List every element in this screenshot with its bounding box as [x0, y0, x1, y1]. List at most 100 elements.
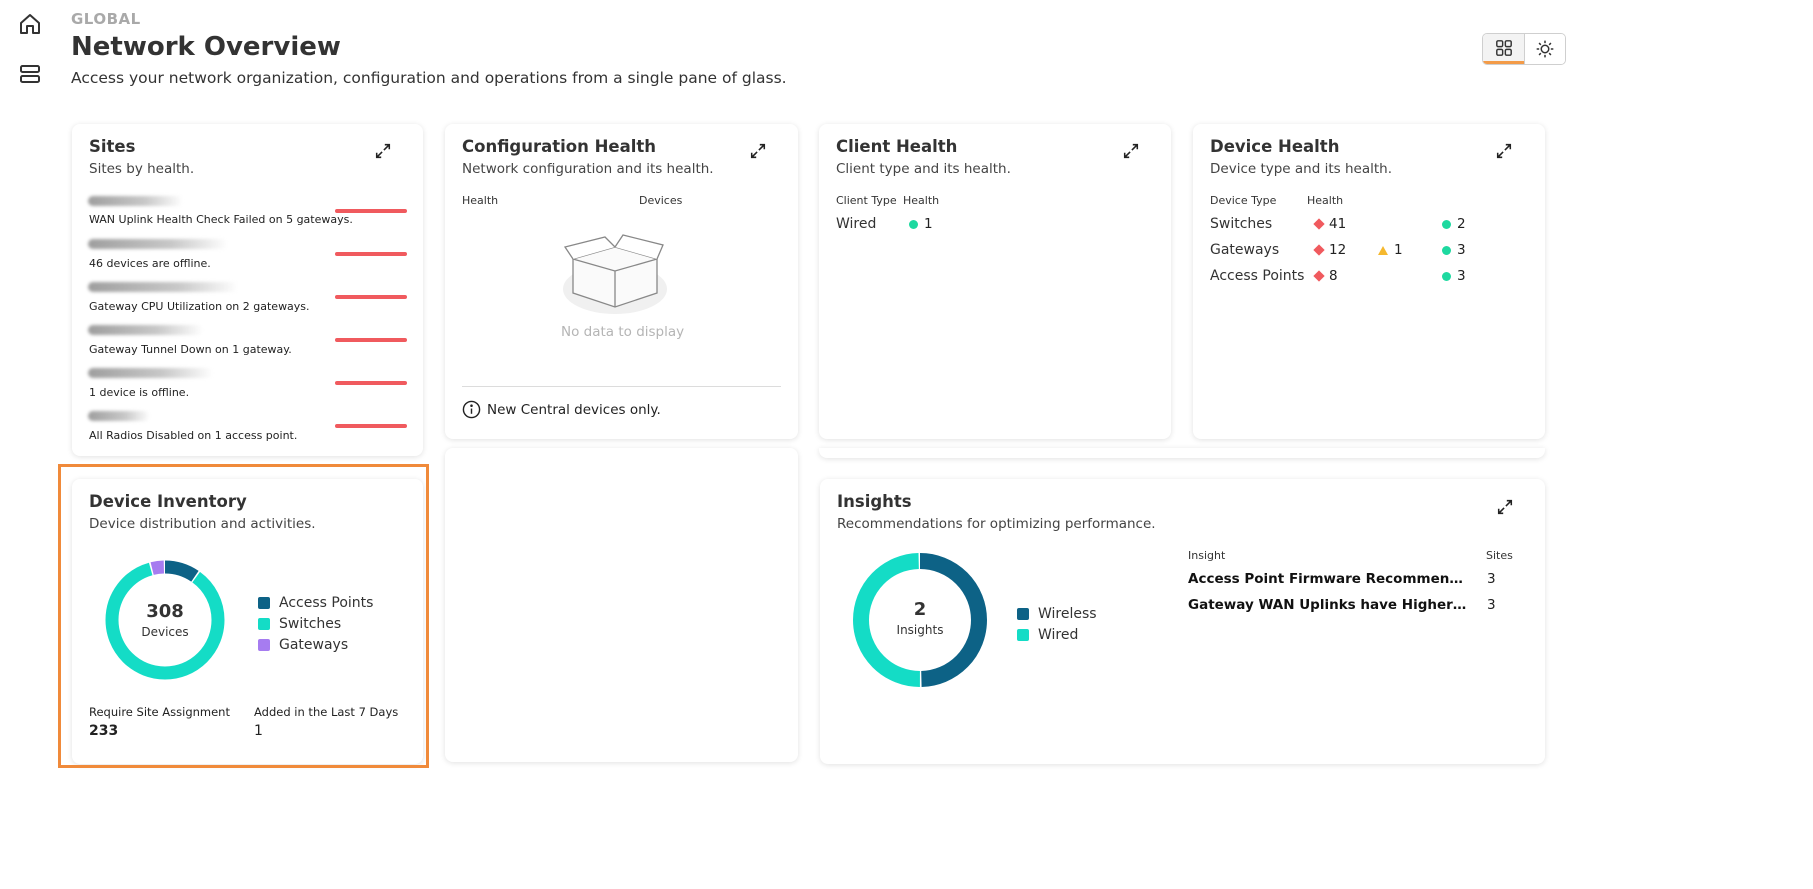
card-subtitle: Recommendations for optimizing performan… [837, 516, 1156, 532]
insight-row-sites[interactable]: 3 [1487, 597, 1496, 613]
insight-row-sites[interactable]: 3 [1487, 571, 1496, 587]
site-health-bar [335, 424, 407, 428]
legend-wireless[interactable]: Wireless [1017, 606, 1097, 622]
critical-count-access-points[interactable]: 8 [1313, 268, 1338, 284]
site-name-redacted[interactable] [88, 325, 203, 335]
legend-access-points[interactable]: Access Points [258, 595, 373, 611]
insights-card: Insights Recommendations for optimizing … [820, 479, 1545, 764]
donut-center: 2 Insights [870, 599, 970, 637]
legend-wired[interactable]: Wired [1017, 627, 1078, 643]
card-subtitle: Network configuration and its health. [462, 161, 714, 177]
expand-icon[interactable] [1496, 498, 1516, 518]
legend-swatch [1017, 629, 1029, 641]
added-last-7-days-value[interactable]: 1 [254, 723, 263, 739]
card-title: Insights [837, 492, 912, 511]
good-status-dot [1442, 219, 1451, 229]
column-header-client-type: Client Type [836, 194, 897, 207]
expand-icon[interactable] [374, 142, 394, 162]
site-health-bar [335, 295, 407, 299]
site-issue: 46 devices are offline. [89, 257, 211, 270]
column-header-devices: Devices [639, 194, 683, 207]
site-issue: Gateway Tunnel Down on 1 gateway. [89, 343, 292, 356]
device-type-access-points[interactable]: Access Points [1210, 268, 1304, 284]
site-issue: WAN Uplink Health Check Failed on 5 gate… [89, 213, 353, 226]
empty-state-text: No data to display [561, 324, 685, 340]
expand-icon[interactable] [1122, 142, 1142, 162]
good-count-switches[interactable]: 2 [1442, 216, 1466, 232]
site-health-bar [335, 209, 407, 213]
site-name-redacted[interactable] [88, 368, 213, 378]
home-icon[interactable] [18, 12, 42, 36]
info-note-text: New Central devices only. [487, 401, 661, 418]
critical-icon [1313, 270, 1325, 282]
info-note: New Central devices only. [462, 400, 661, 419]
expand-icon[interactable] [749, 142, 769, 162]
good-status-dot [1442, 245, 1451, 255]
site-issue: All Radios Disabled on 1 access point. [89, 429, 298, 442]
site-health-bar [335, 381, 407, 385]
legend-gateways[interactable]: Gateways [258, 637, 348, 653]
grid-view-button[interactable] [1483, 34, 1524, 64]
empty-box-icon [563, 234, 667, 314]
insight-row-name[interactable]: Access Point Firmware Recommendation [1188, 571, 1468, 587]
device-type-gateways[interactable]: Gateways [1210, 242, 1279, 258]
site-name-redacted[interactable] [88, 282, 238, 292]
configuration-health-card: Configuration Health Network configurati… [445, 124, 798, 439]
list-view-icon[interactable] [18, 62, 42, 86]
client-health-good[interactable]: 1 [909, 216, 933, 232]
legend-swatch [258, 618, 270, 630]
total-insights: 2 [913, 599, 927, 620]
site-name-redacted[interactable] [88, 239, 228, 249]
gear-icon [1536, 40, 1554, 58]
site-name-redacted[interactable] [88, 196, 183, 206]
legend-label: Access Points [279, 595, 374, 611]
client-type-wired[interactable]: Wired [836, 216, 876, 232]
legend-switches[interactable]: Switches [258, 616, 341, 632]
legend-label: Gateways [279, 637, 349, 653]
column-header-device-type: Device Type [1210, 194, 1277, 207]
insight-row-name[interactable]: Gateway WAN Uplinks have Higher Latency [1188, 597, 1468, 613]
card-subtitle: Client type and its health. [836, 161, 1011, 177]
client-health-card: Client Health Client type and its health… [819, 124, 1171, 439]
column-header-insight: Insight [1188, 549, 1226, 562]
device-type-switches[interactable]: Switches [1210, 216, 1272, 232]
legend-swatch [258, 597, 270, 609]
warning-icon [1378, 245, 1388, 255]
legend-swatch [1017, 608, 1029, 620]
site-name-redacted[interactable] [88, 411, 150, 421]
critical-count-gateways[interactable]: 12 [1313, 242, 1347, 258]
donut-center: 308 Devices [115, 601, 215, 639]
expand-icon[interactable] [1495, 142, 1515, 162]
good-count-access-points[interactable]: 3 [1442, 268, 1466, 284]
settings-view-button[interactable] [1524, 34, 1565, 64]
critical-count-switches[interactable]: 41 [1313, 216, 1347, 232]
legend-swatch [258, 639, 270, 651]
total-devices: 308 [146, 601, 184, 622]
total-insights-label: Insights [896, 623, 944, 637]
page-subtitle: Access your network organization, config… [71, 69, 787, 87]
card-title: Configuration Health [462, 137, 657, 156]
card-title: Device Health [1210, 137, 1340, 156]
critical-count: 41 [1329, 216, 1347, 232]
column-header-health: Health [1307, 194, 1344, 207]
total-devices-label: Devices [141, 625, 189, 639]
grid-icon [1495, 39, 1512, 56]
added-last-7-days-label: Added in the Last 7 Days [254, 705, 399, 719]
warning-count-gateways[interactable]: 1 [1378, 242, 1403, 258]
site-issue: Gateway CPU Utilization on 2 gateways. [89, 300, 310, 313]
card-title: Device Inventory [89, 492, 247, 511]
column-header-health: Health [462, 194, 499, 207]
good-count-gateways[interactable]: 3 [1442, 242, 1466, 258]
page-title: Network Overview [71, 32, 341, 62]
card-subtitle: Device distribution and activities. [89, 516, 316, 532]
good-count: 1 [924, 216, 933, 232]
good-status-dot [1442, 271, 1451, 281]
site-issue: 1 device is offline. [89, 386, 190, 399]
card-subtitle: Sites by health. [89, 161, 195, 177]
card-edge [819, 448, 1545, 458]
critical-count: 12 [1329, 242, 1347, 258]
good-count: 3 [1457, 268, 1466, 284]
view-toggle [1482, 33, 1566, 65]
good-status-dot [909, 219, 918, 229]
require-site-assignment-value[interactable]: 233 [89, 723, 118, 739]
